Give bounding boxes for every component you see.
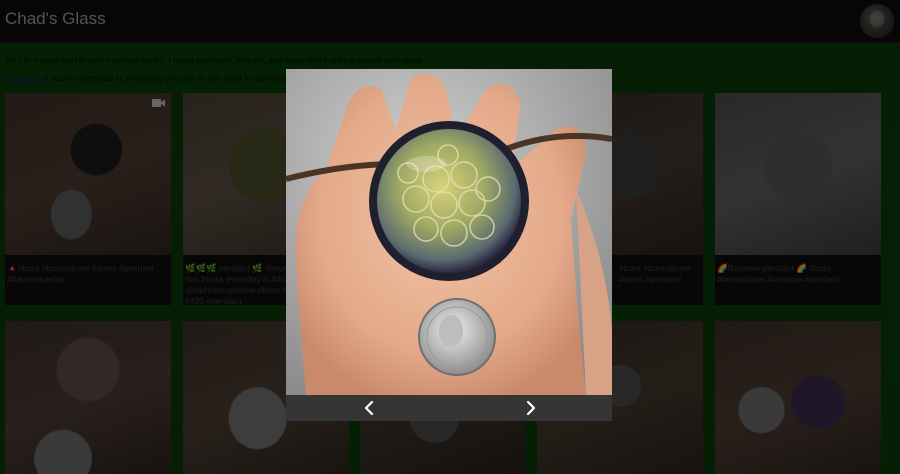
chevron-right-icon[interactable] [522,398,540,418]
lightbox-controls [286,395,612,421]
pendant-photo [286,69,612,395]
lightbox-image [286,69,612,395]
chevron-left-icon[interactable] [360,398,378,418]
lightbox-modal [286,69,612,421]
